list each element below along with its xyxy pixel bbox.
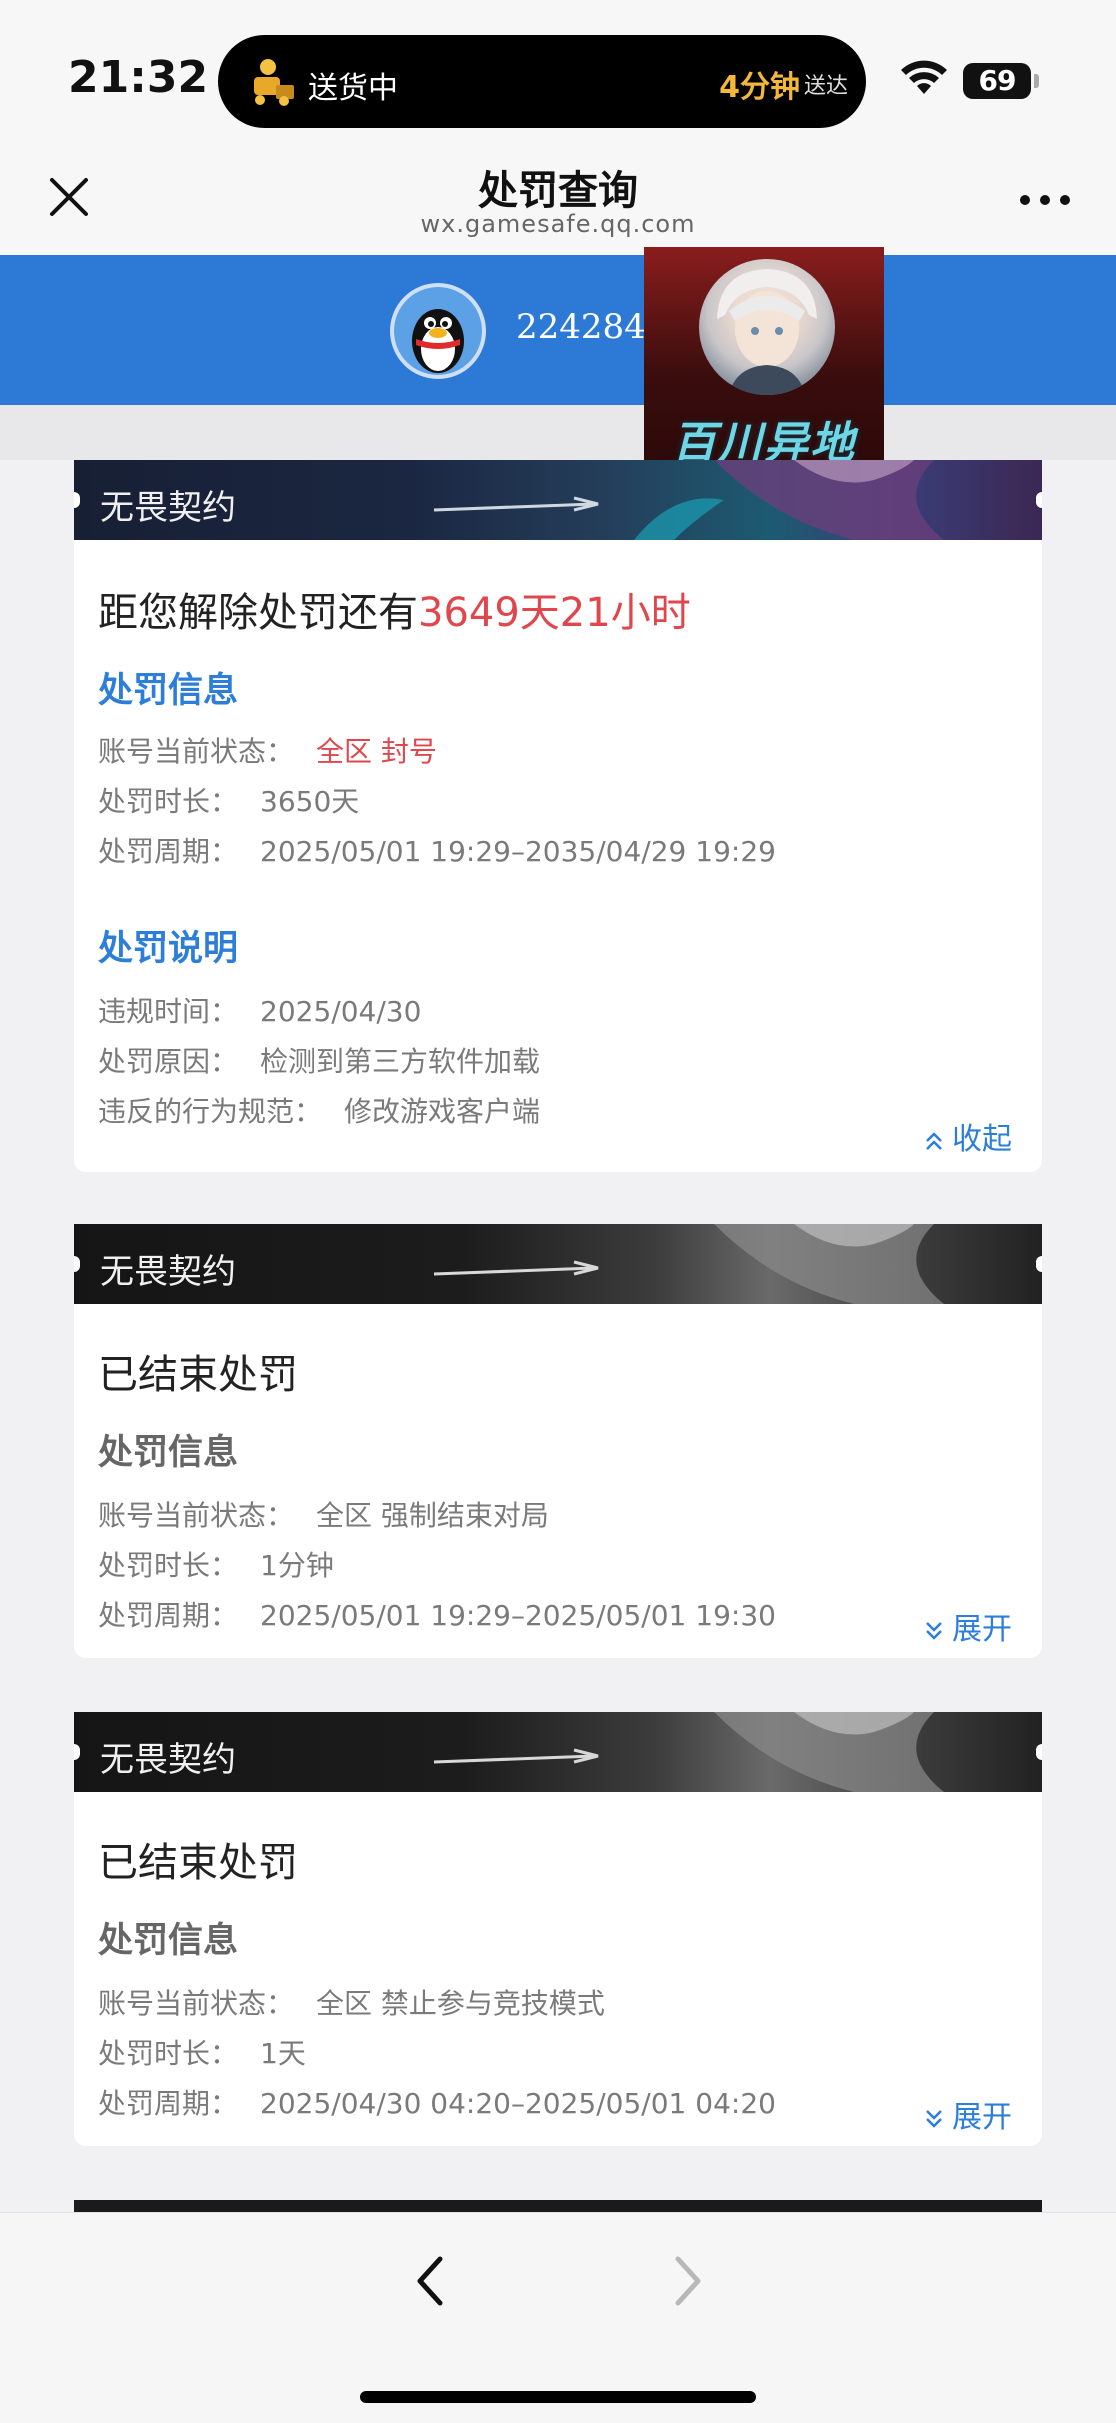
penalty-status-title: 已结束处罚: [98, 1352, 298, 1398]
expand-label: 展开: [952, 2100, 1012, 2135]
row-account-status: 账号当前状态： 全区 禁止参与竞技模式: [98, 1982, 605, 2022]
row-label: 处罚周期：: [98, 835, 239, 868]
row-duration: 处罚时长： 3650天: [98, 780, 359, 820]
floating-overlay[interactable]: 百川异地: [644, 247, 884, 483]
dynamic-island-delivery[interactable]: 送货中 4分钟 送达: [218, 35, 866, 128]
row-value: 1分钟: [260, 1549, 334, 1582]
chevron-up-icon: [926, 1131, 942, 1150]
row-value: 2025/04/30: [260, 995, 422, 1028]
row-label: 处罚原因：: [98, 1045, 239, 1078]
row-period: 处罚周期： 2025/05/01 19:29–2035/04/29 19:29: [98, 830, 776, 870]
battery-tip: [1034, 74, 1039, 88]
row-period: 处罚周期： 2025/05/01 19:29–2025/05/01 19:30: [98, 1594, 776, 1634]
content-top-strip: [0, 405, 1116, 460]
banner-notch-right: [1036, 1256, 1042, 1272]
card-banner: 无畏契约: [74, 1224, 1042, 1304]
banner-notch-right: [1036, 492, 1042, 508]
row-value: 检测到第三方软件加载: [260, 1045, 541, 1078]
penalty-status-title: 已结束处罚: [98, 1840, 298, 1886]
back-arrow-icon[interactable]: [410, 2251, 450, 2311]
game-name: 无畏契约: [100, 488, 236, 528]
row-label: 违反的行为规范：: [98, 1095, 323, 1128]
page-domain: wx.gamesafe.qq.com: [420, 210, 696, 238]
penalty-info-title: 处罚信息: [98, 1433, 239, 1473]
penalty-card-active: 无畏契约 距您解除处罚还有3649天21小时 处罚信息 账号当前状态： 全区 封号…: [74, 460, 1042, 1172]
row-label: 违规时间：: [98, 995, 239, 1028]
row-reason: 处罚原因： 检测到第三方软件加载: [98, 1040, 540, 1080]
penalty-card-ended: 无畏契约 已结束处罚 处罚信息 账号当前状态： 全区 强制结束对局 处罚时长： 1分…: [74, 1224, 1042, 1658]
row-label: 账号当前状态：: [98, 1987, 295, 2020]
row-value: 2025/04/30 04:20–2025/05/01 04:20: [260, 2087, 776, 2120]
banner-notch-right: [1036, 1744, 1042, 1760]
row-label: 账号当前状态：: [98, 1499, 295, 1532]
game-name: 无畏契约: [100, 1740, 236, 1780]
row-value: 1天: [260, 2037, 306, 2070]
penalty-info-title: 处罚信息: [98, 1921, 239, 1961]
browser-toolbar: [0, 2212, 1116, 2423]
row-label: 处罚周期：: [98, 2087, 239, 2120]
row-value: 2025/05/01 19:29–2035/04/29 19:29: [260, 835, 776, 868]
penalty-info-title: 处罚信息: [98, 671, 239, 711]
row-label: 处罚时长：: [98, 2037, 239, 2070]
expand-button[interactable]: 展开: [924, 2092, 1012, 2136]
delivery-eta: 4分钟: [719, 70, 800, 105]
expand-label: 展开: [952, 1612, 1012, 1647]
account-banner: 2242841: [0, 255, 1116, 405]
row-label: 账号当前状态：: [98, 735, 295, 768]
overlay-avatar: [699, 259, 835, 395]
app-root: 21:32 送货中 4分钟 送达 69 处罚查询 wx.gamesafe.qq.…: [0, 0, 1116, 2423]
collapse-button[interactable]: 收起: [924, 1114, 1012, 1158]
game-name: 无畏契约: [100, 1252, 236, 1292]
page-title: 处罚查询: [478, 168, 638, 214]
forward-arrow-icon[interactable]: [668, 2251, 708, 2311]
row-violated-rule: 违反的行为规范： 修改游戏客户端: [98, 1090, 540, 1130]
row-label: 处罚时长：: [98, 785, 239, 818]
row-duration: 处罚时长： 1天: [98, 2032, 306, 2072]
row-period: 处罚周期： 2025/04/30 04:20–2025/05/01 04:20: [98, 2082, 776, 2122]
card-banner: 无畏契约: [74, 460, 1042, 540]
expand-button[interactable]: 展开: [924, 1604, 1012, 1648]
overlay-avatar-art: [717, 269, 817, 395]
penalty-card-ended: 无畏契约 已结束处罚 处罚信息 账号当前状态： 全区 禁止参与竞技模式 处罚时长：…: [74, 1712, 1042, 2146]
row-value: 3650天: [260, 785, 360, 818]
penalty-desc-title: 处罚说明: [98, 929, 239, 969]
status-time: 21:32: [68, 52, 209, 103]
row-duration: 处罚时长： 1分钟: [98, 1544, 334, 1584]
card-banner: 无畏契约: [74, 1712, 1042, 1792]
wifi-icon: [901, 60, 947, 94]
row-value: 2025/05/01 19:29–2025/05/01 19:30: [260, 1599, 776, 1632]
more-icon[interactable]: [1018, 190, 1072, 210]
countdown-value: 3649天21小时: [418, 590, 691, 636]
row-value: 修改游戏客户端: [344, 1095, 541, 1128]
row-value: 全区 禁止参与竞技模式: [316, 1987, 605, 2020]
courier-icon: [254, 59, 294, 106]
row-account-status: 账号当前状态： 全区 强制结束对局: [98, 1494, 549, 1534]
nav-header: 处罚查询 wx.gamesafe.qq.com: [0, 150, 1116, 255]
countdown-prefix: 距您解除处罚还有: [98, 590, 418, 636]
collapse-label: 收起: [952, 1122, 1012, 1157]
row-label: 处罚时长：: [98, 1549, 239, 1582]
row-value: 全区 封号: [316, 735, 437, 768]
row-label: 处罚周期：: [98, 1599, 239, 1632]
qq-penguin-icon: [394, 287, 482, 375]
status-bar: 21:32 送货中 4分钟 送达 69: [0, 0, 1116, 150]
row-value: 全区 强制结束对局: [316, 1499, 549, 1532]
home-indicator[interactable]: [360, 2391, 756, 2403]
delivery-eta-suffix: 送达: [803, 74, 848, 99]
chevron-down-icon: [926, 2109, 942, 2128]
chevron-down-icon: [926, 1621, 942, 1640]
battery-indicator: 69: [963, 63, 1031, 99]
next-card-banner-peek: [74, 2200, 1042, 2212]
delivery-status: 送货中: [308, 71, 398, 106]
penalty-countdown: 距您解除处罚还有3649天21小时: [98, 580, 691, 638]
row-account-status: 账号当前状态： 全区 封号: [98, 730, 437, 770]
qq-avatar: [390, 283, 486, 379]
row-violation-time: 违规时间： 2025/04/30: [98, 990, 421, 1030]
